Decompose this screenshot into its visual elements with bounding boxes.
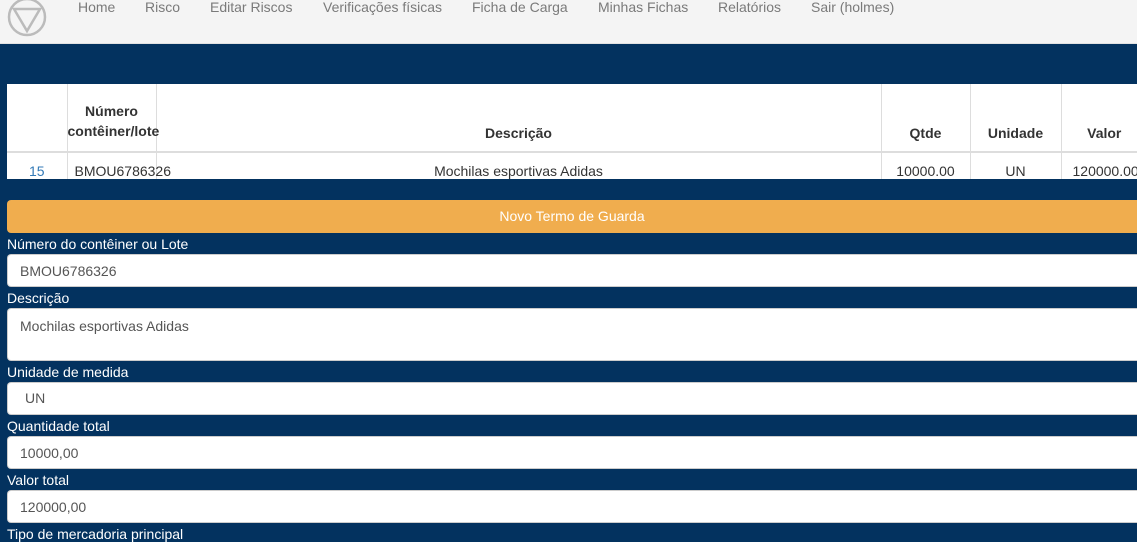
nav-editar-riscos[interactable]: Editar Riscos (210, 0, 292, 16)
quantidade-field[interactable] (7, 436, 1137, 469)
row-unidade: UN (969, 152, 1061, 179)
nav-sair[interactable]: Sair (holmes) (811, 0, 894, 16)
row-id-link[interactable]: 15 (7, 152, 67, 179)
nav-home[interactable]: Home (78, 0, 115, 16)
row-qtde: 10000.00 (880, 152, 970, 179)
header-descricao: Descrição (155, 84, 881, 153)
table-header-row: Número contêiner/lote Descrição Qtde Uni… (7, 84, 1137, 153)
top-navbar: Home Risco Editar Riscos Verificações fí… (0, 0, 1137, 44)
nav-relatorios[interactable]: Relatórios (718, 0, 781, 16)
table-row: 15 BMOU6786326 Mochilas esportivas Adida… (7, 152, 1137, 179)
cargo-table: Número contêiner/lote Descrição Qtde Uni… (7, 84, 1137, 179)
valor-label: Valor total (7, 472, 69, 488)
header-unidade: Unidade (969, 84, 1061, 153)
quantidade-label: Quantidade total (7, 418, 110, 434)
new-guard-term-button[interactable]: Novo Termo de Guarda (7, 200, 1137, 233)
nav-minhas-fichas[interactable]: Minhas Fichas (598, 0, 688, 16)
container-field[interactable] (7, 254, 1137, 287)
header-numero-conteiner: Número contêiner/lote (66, 84, 159, 153)
unidade-label: Unidade de medida (7, 364, 129, 380)
row-descricao: Mochilas esportivas Adidas (155, 152, 881, 179)
header-qtde: Qtde (880, 84, 970, 153)
nav-ficha-de-carga[interactable]: Ficha de Carga (472, 0, 568, 16)
tipo-mercadoria-label: Tipo de mercadoria principal (7, 526, 184, 542)
header-id (7, 84, 67, 153)
container-label: Número do contêiner ou Lote (7, 236, 189, 252)
descricao-textarea[interactable]: Mochilas esportivas Adidas (7, 308, 1137, 361)
header-valor: Valor (1060, 84, 1137, 153)
row-container: BMOU6786326 (66, 152, 171, 179)
nav-verificacoes-fisicas[interactable]: Verificações físicas (323, 0, 442, 16)
valor-field[interactable] (7, 490, 1137, 523)
unidade-select[interactable]: UN (7, 382, 1137, 415)
row-valor: 120000.00 (1060, 152, 1137, 179)
nav-risco[interactable]: Risco (145, 0, 180, 16)
descricao-label: Descrição (7, 290, 70, 306)
logo-icon[interactable] (7, 0, 47, 37)
